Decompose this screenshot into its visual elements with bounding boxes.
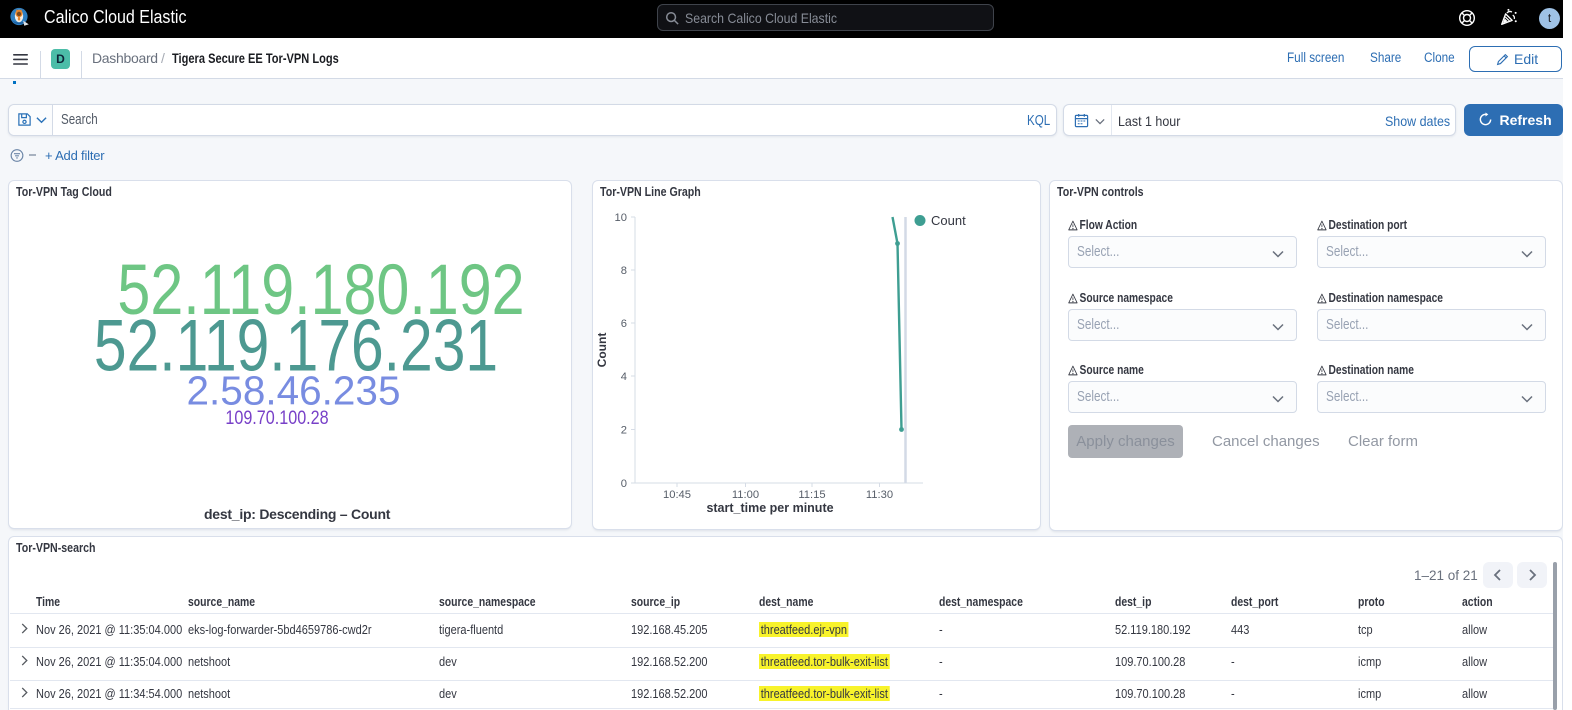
svg-text:10:45: 10:45 (663, 489, 691, 501)
svg-text:8: 8 (621, 265, 627, 277)
svg-text:11:00: 11:00 (732, 489, 759, 501)
svg-text:11:15: 11:15 (798, 489, 825, 501)
svg-text:4: 4 (621, 371, 627, 383)
svg-text:start_time per minute: start_time per minute (706, 501, 833, 515)
svg-text:10: 10 (615, 212, 627, 224)
svg-text:11:30: 11:30 (866, 489, 893, 501)
svg-text:0: 0 (621, 478, 627, 490)
svg-text:Count: Count (931, 213, 966, 228)
svg-text:2: 2 (621, 425, 627, 437)
svg-text:Count: Count (595, 333, 609, 368)
svg-text:6: 6 (621, 318, 627, 330)
